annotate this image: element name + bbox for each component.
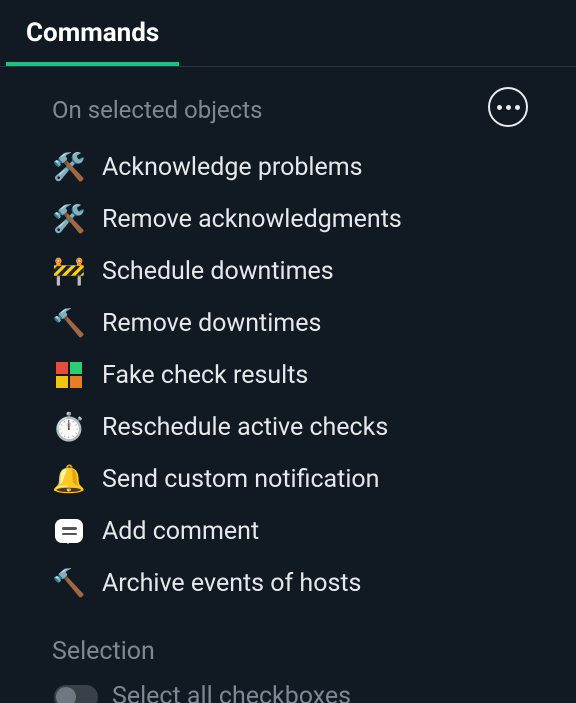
cmd-acknowledge-problems[interactable]: 🛠️ Acknowledge problems [52, 141, 528, 193]
cmd-schedule-downtimes[interactable]: 🚧 Schedule downtimes [52, 245, 528, 297]
cmd-label: Schedule downtimes [102, 257, 334, 286]
section-selection: Selection Select all checkboxes [52, 637, 528, 703]
windows-icon [52, 358, 86, 392]
cmd-send-custom-notification[interactable]: 🔔 Send custom notification [52, 453, 528, 505]
cone-icon: 🚧 [52, 254, 86, 288]
cmd-label: Reschedule active checks [102, 413, 388, 442]
cmd-label: Fake check results [102, 361, 308, 390]
section-title-selection: Selection [52, 637, 528, 666]
cmd-archive-events-of-hosts[interactable]: 🔨 Archive events of hosts [52, 557, 528, 609]
cmd-label: Add comment [102, 517, 259, 546]
cmd-reschedule-active-checks[interactable]: ⏱️ Reschedule active checks [52, 401, 528, 453]
cmd-remove-downtimes[interactable]: 🔨 Remove downtimes [52, 297, 528, 349]
commands-panel: Commands On selected objects 🛠️ Acknowle… [0, 0, 576, 703]
cmd-fake-check-results[interactable]: Fake check results [52, 349, 528, 401]
comment-icon [52, 514, 86, 548]
tools-icon: 🛠️ [52, 150, 86, 184]
command-list: 🛠️ Acknowledge problems 🛠️ Remove acknow… [52, 141, 528, 609]
cmd-label: Send custom notification [102, 465, 379, 494]
section-title: On selected objects [52, 96, 488, 124]
select-all-toggle[interactable] [54, 685, 98, 703]
select-all-row: Select all checkboxes [52, 682, 528, 703]
panel-body: On selected objects 🛠️ Acknowledge probl… [0, 67, 576, 703]
bell-icon: 🔔 [52, 462, 86, 496]
cmd-label: Acknowledge problems [102, 153, 363, 182]
cmd-label: Remove downtimes [102, 309, 321, 338]
section-header-commands: On selected objects [52, 93, 528, 127]
more-options-icon[interactable] [488, 87, 528, 127]
tools-icon: 🛠️ [52, 202, 86, 236]
cmd-remove-acknowledgments[interactable]: 🛠️ Remove acknowledgments [52, 193, 528, 245]
tab-bar: Commands [0, 0, 576, 67]
select-all-label: Select all checkboxes [112, 682, 351, 703]
cmd-label: Remove acknowledgments [102, 205, 402, 234]
hammer-icon: 🔨 [52, 306, 86, 340]
cmd-add-comment[interactable]: Add comment [52, 505, 528, 557]
hammer-icon: 🔨 [52, 566, 86, 600]
cmd-label: Archive events of hosts [102, 569, 361, 598]
stopwatch-icon: ⏱️ [52, 410, 86, 444]
tab-commands[interactable]: Commands [6, 0, 179, 66]
